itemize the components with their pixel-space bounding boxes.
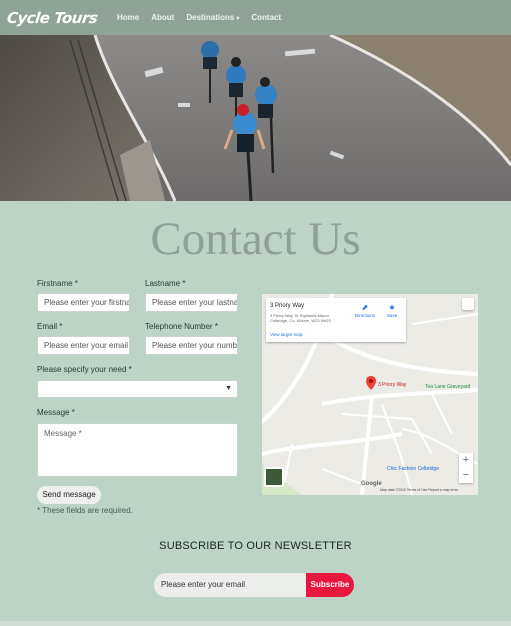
directions-button[interactable]: ⬈ Directions bbox=[352, 303, 378, 318]
directions-icon: ⬈ bbox=[361, 303, 369, 312]
map-place-address: 3 Priory Way, St Raphaels Manor, Celbrid… bbox=[270, 313, 331, 323]
nav-about[interactable]: About bbox=[151, 13, 174, 22]
view-larger-map-link[interactable]: View larger map bbox=[270, 332, 302, 337]
lastname-input[interactable]: Please enter your lastname bbox=[145, 293, 238, 312]
zoom-out-button[interactable]: − bbox=[459, 468, 473, 483]
message-textarea[interactable]: Message * bbox=[37, 423, 238, 477]
chevron-down-icon: ▾ bbox=[236, 16, 240, 22]
newsletter-email-input[interactable]: Please enter your email bbox=[154, 573, 306, 597]
map-poi-shop: Chic Fashion Celbridge bbox=[387, 466, 439, 472]
footer-divider bbox=[0, 621, 511, 626]
map-place-name: 3 Priory Way bbox=[270, 303, 305, 309]
phone-label: Telephone Number * bbox=[145, 322, 218, 331]
nav-destinations-label: Destinations bbox=[186, 13, 235, 22]
zoom-in-button[interactable]: + bbox=[459, 453, 473, 468]
message-label: Message * bbox=[37, 408, 75, 417]
map-poi-graveyard: Tea Lane Graveyard bbox=[425, 384, 471, 390]
map-place-card: 3 Priory Way 3 Priory Way, St Raphaels M… bbox=[266, 298, 406, 342]
map-pin-icon[interactable] bbox=[366, 376, 376, 390]
lastname-label: Lastname * bbox=[145, 279, 186, 288]
save-button[interactable]: ★ Save bbox=[380, 303, 404, 318]
star-icon: ★ bbox=[388, 303, 396, 312]
need-label: Please specify your need * bbox=[37, 365, 132, 374]
save-label: Save bbox=[386, 313, 398, 318]
phone-input[interactable]: Please enter your number bbox=[145, 336, 238, 355]
email-input[interactable]: Please enter your email bbox=[37, 336, 130, 355]
map-embed[interactable]: 3 Priory Way 3 Priory Way, St Raphaels M… bbox=[262, 294, 478, 495]
subscribe-button[interactable]: Subscribe bbox=[306, 573, 354, 597]
chevron-down-icon: ▼ bbox=[225, 385, 232, 392]
need-select[interactable]: ▼ bbox=[37, 380, 238, 398]
map-pin-label: 3 Priory Way bbox=[378, 382, 407, 388]
pegman-icon[interactable] bbox=[462, 298, 474, 310]
directions-label: Directions bbox=[354, 313, 375, 318]
brand-logo[interactable]: Cycle Tours bbox=[6, 9, 106, 27]
google-logo: Google bbox=[361, 481, 382, 487]
send-message-button[interactable]: Send message bbox=[37, 486, 101, 504]
firstname-input[interactable]: Please enter your firstname bbox=[37, 293, 130, 312]
hero-image bbox=[0, 35, 511, 201]
navbar: Cycle Tours Home About Destinations ▾ Con… bbox=[0, 0, 511, 35]
zoom-controls: + − bbox=[459, 453, 473, 483]
nav-contact[interactable]: Contact bbox=[251, 13, 281, 22]
firstname-label: Firstname * bbox=[37, 279, 78, 288]
page-title: Contact Us bbox=[150, 213, 361, 265]
newsletter-title: SUBSCRIBE TO OUR NEWSLETTER bbox=[159, 540, 352, 552]
map-attribution: Map data ©2019 Terms of Use Report a map… bbox=[380, 488, 458, 492]
satellite-toggle[interactable] bbox=[264, 467, 284, 487]
nav-home[interactable]: Home bbox=[117, 13, 139, 22]
nav-destinations[interactable]: Destinations ▾ bbox=[186, 13, 239, 22]
required-note: * These fields are required. bbox=[37, 506, 133, 515]
email-label: Email * bbox=[37, 322, 63, 331]
